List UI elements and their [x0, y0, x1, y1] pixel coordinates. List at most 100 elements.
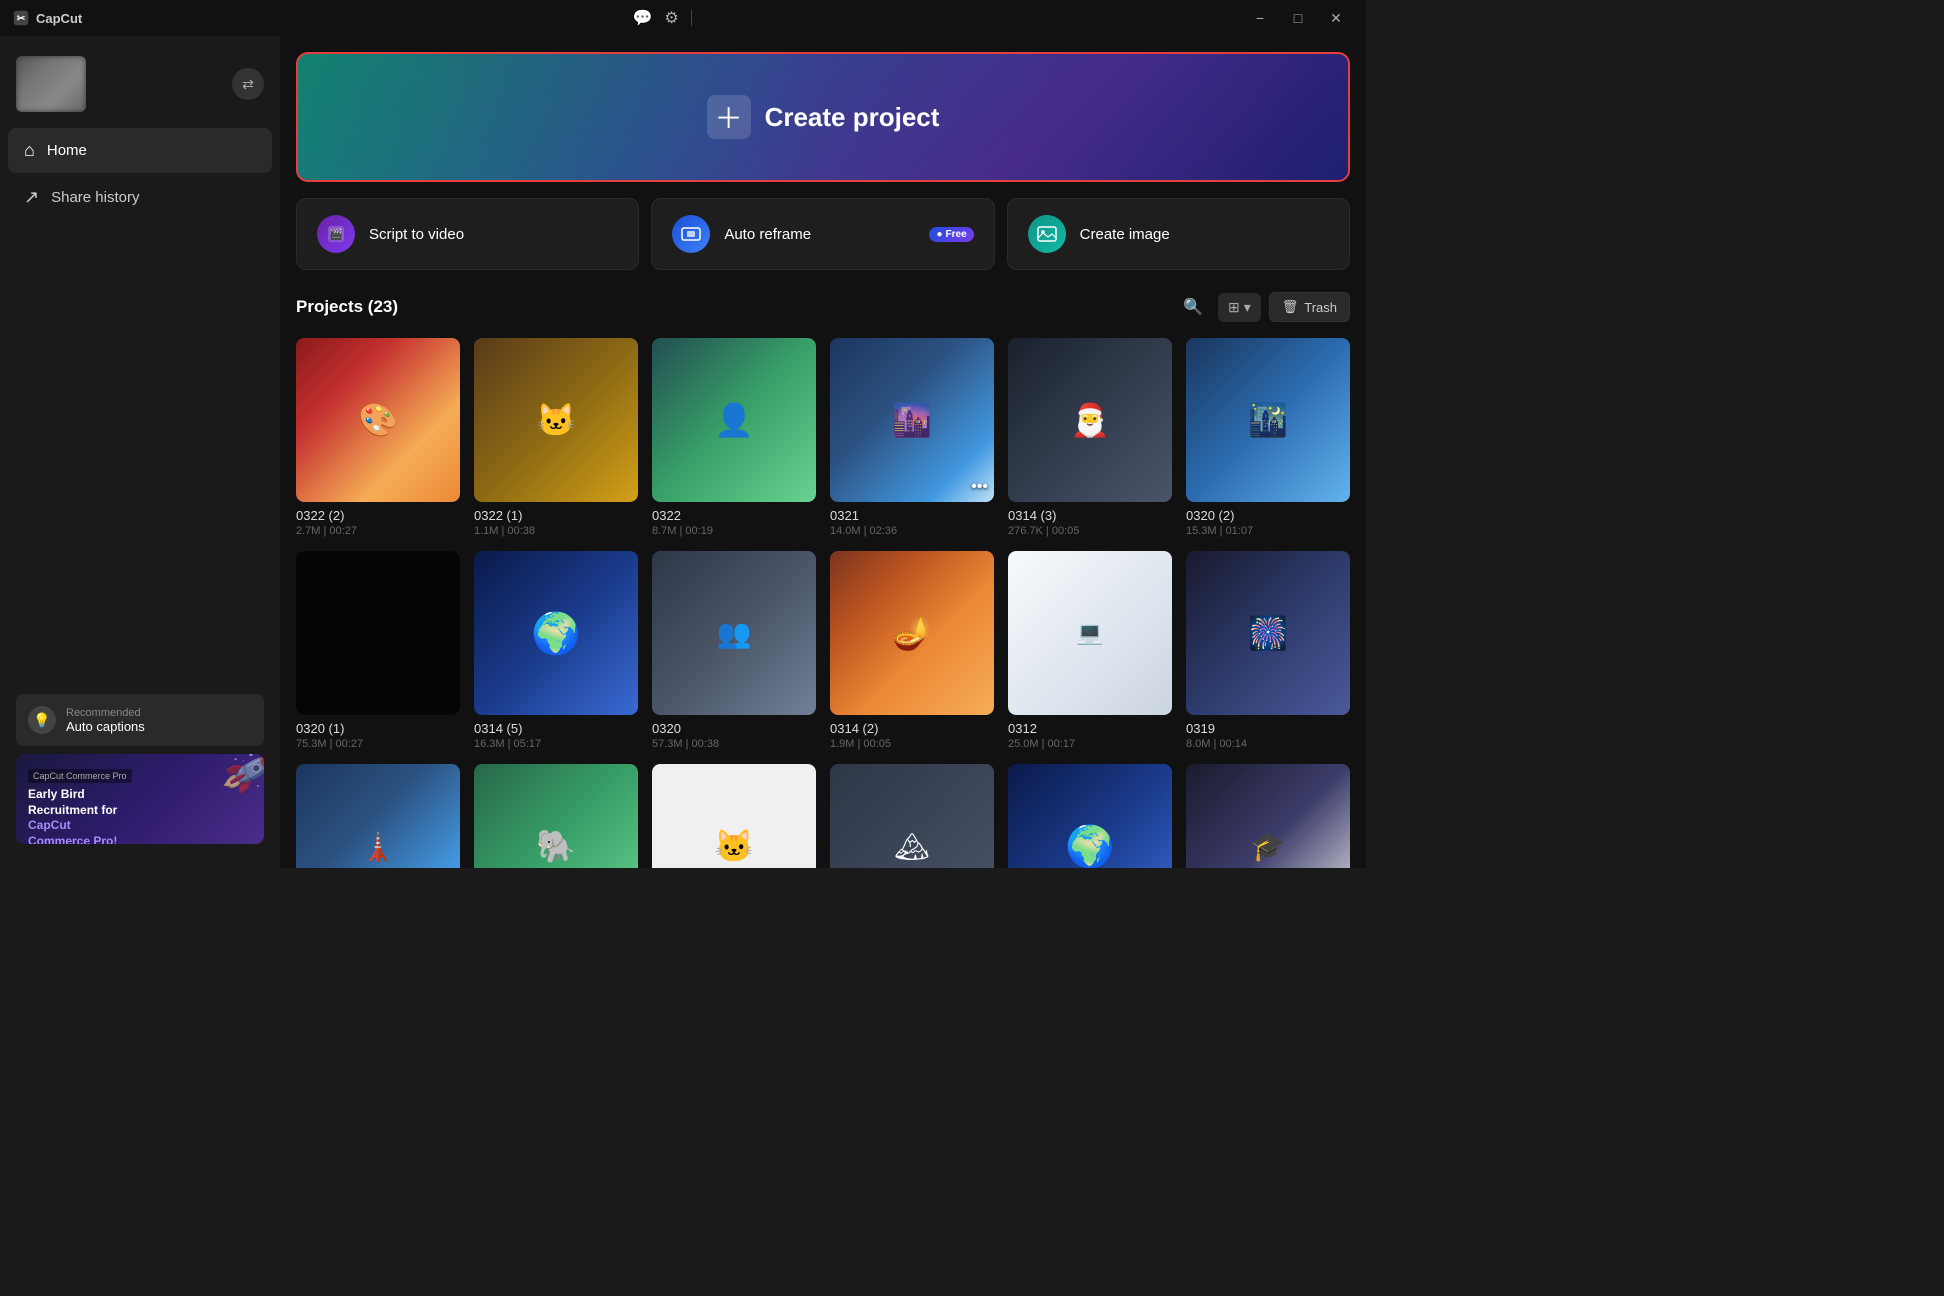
project-thumbnail: 🎆 — [1186, 551, 1350, 715]
promo-content: CapCut Commerce Pro Early Bird Recruitme… — [28, 766, 252, 844]
project-name: 0322 — [652, 508, 816, 523]
chevron-down-icon: ▾ — [1244, 299, 1251, 316]
auto-captions-label: Auto captions — [66, 719, 145, 734]
list-item[interactable]: 🐘 0317 — [474, 764, 638, 868]
title-bar: ✂ CapCut 💬 ⚙ − □ ✕ — [0, 0, 1366, 36]
project-thumbnail: 🪔 — [830, 551, 994, 715]
bulb-icon: 💡 — [28, 706, 56, 734]
project-meta: 8.0M | 00:14 — [1186, 738, 1350, 750]
project-thumbnail: 🎓 — [1186, 764, 1350, 868]
settings-icon[interactable]: ⚙ — [664, 8, 678, 28]
project-thumbnail: 🎨 — [296, 338, 460, 502]
projects-grid: 🎨 0322 (2) 2.7M | 00:27 🐱 0322 (1) 1.1M … — [296, 338, 1350, 868]
sidebar-nav: ⌂ Home ↗ Share history — [0, 128, 280, 220]
promo-logo: CapCut Commerce Pro — [28, 769, 132, 783]
svg-text:✂: ✂ — [17, 14, 26, 25]
avatar[interactable] — [16, 56, 86, 112]
close-button[interactable]: ✕ — [1318, 4, 1354, 32]
maximize-button[interactable]: □ — [1280, 4, 1316, 32]
switch-account-icon[interactable]: ⇄ — [232, 68, 264, 100]
promo-banner[interactable]: CapCut Commerce Pro Early Bird Recruitme… — [16, 754, 264, 844]
create-project-label: Create project — [765, 102, 940, 133]
list-item[interactable]: 🗼 0318 — [296, 764, 460, 868]
trash-button[interactable]: 🗑 Trash — [1269, 292, 1350, 322]
project-meta: 276.7K | 00:05 — [1008, 525, 1172, 537]
title-bar-icons: 💬 ⚙ — [632, 8, 691, 28]
list-item[interactable]: 🎓 0311 — [1186, 764, 1350, 868]
tool-script-to-video[interactable]: 🎬 Script to video — [296, 198, 639, 270]
project-name: 0320 (1) — [296, 721, 460, 736]
project-meta: 1.1M | 00:38 — [474, 525, 638, 537]
sidebar-item-share-history[interactable]: ↗ Share history — [8, 175, 272, 220]
minimize-button[interactable]: − — [1242, 4, 1278, 32]
sidebar-bottom: 💡 Recommended Auto captions CapCut Comme… — [0, 682, 280, 856]
list-item[interactable]: 🎆 0319 8.0M | 00:14 — [1186, 551, 1350, 750]
list-item[interactable]: 👤 0322 8.7M | 00:19 — [652, 338, 816, 537]
projects-title: Projects (23) — [296, 297, 398, 317]
list-item[interactable]: 🪔 0314 (2) 1.9M | 00:05 — [830, 551, 994, 750]
sidebar: ⇄ ⌂ Home ↗ Share history 💡 Recommended A… — [0, 36, 280, 868]
project-thumbnail: 🌆 ••• — [830, 338, 994, 502]
project-name: 0314 (2) — [830, 721, 994, 736]
projects-header: Projects (23) 🔍 ⊞ ▾ 🗑 Trash — [296, 290, 1350, 324]
recommended-text: Recommended Auto captions — [66, 707, 145, 734]
project-meta: 2.7M | 00:27 — [296, 525, 460, 537]
project-name: 0319 — [1186, 721, 1350, 736]
tool-auto-reframe[interactable]: Auto reframe ● Free — [651, 198, 994, 270]
project-name: 0322 (2) — [296, 508, 460, 523]
free-badge-container: ● Free — [929, 227, 973, 242]
feedback-icon[interactable]: 💬 — [632, 8, 652, 28]
free-badge: ● Free — [929, 227, 973, 242]
create-project-button[interactable]: ＋ Create project — [707, 95, 940, 139]
project-meta: 8.7M | 00:19 — [652, 525, 816, 537]
project-name: 0320 — [652, 721, 816, 736]
title-bar-left: ✂ CapCut — [12, 9, 82, 27]
sidebar-item-home[interactable]: ⌂ Home — [8, 128, 272, 173]
list-item[interactable]: 🌍 0313 — [1008, 764, 1172, 868]
project-name: 0320 (2) — [1186, 508, 1350, 523]
project-thumbnail: 🐱 — [652, 764, 816, 868]
project-thumbnail: 🐘 — [474, 764, 638, 868]
list-item[interactable]: 🐱 0322 (1) 1.1M | 00:38 — [474, 338, 638, 537]
create-image-icon — [1028, 215, 1066, 253]
project-thumbnail: 🗼 — [296, 764, 460, 868]
project-thumbnail: 🐱 — [474, 338, 638, 502]
project-thumbnail: 👤 — [652, 338, 816, 502]
list-item[interactable]: 🌍 0314 (5) 16.3M | 05:17 — [474, 551, 638, 750]
app-logo: ✂ CapCut — [12, 9, 82, 27]
project-thumbnail: 🌍 — [1008, 764, 1172, 868]
list-item[interactable]: 🎅 0314 (3) 276.7K | 00:05 — [1008, 338, 1172, 537]
project-meta: 75.3M | 00:27 — [296, 738, 460, 750]
more-options-icon[interactable]: ••• — [971, 478, 988, 496]
list-item[interactable]: 🏔 0315 — [830, 764, 994, 868]
project-name: 0314 (5) — [474, 721, 638, 736]
tool-create-image[interactable]: Create image — [1007, 198, 1350, 270]
list-item[interactable]: 🌃 0320 (2) 15.3M | 01:07 — [1186, 338, 1350, 537]
list-item[interactable]: 👥 0320 57.3M | 00:38 — [652, 551, 816, 750]
sidebar-profile: ⇄ — [0, 48, 280, 128]
search-button[interactable]: 🔍 — [1176, 290, 1210, 324]
project-meta: 25.0M | 00:17 — [1008, 738, 1172, 750]
create-project-banner[interactable]: ＋ Create project — [296, 52, 1350, 182]
script-to-video-label: Script to video — [369, 226, 464, 243]
recommended-card[interactable]: 💡 Recommended Auto captions — [16, 694, 264, 746]
project-thumbnail: 🎅 — [1008, 338, 1172, 502]
sidebar-item-label-home: Home — [47, 142, 87, 159]
project-thumbnail: 🌍 — [474, 551, 638, 715]
list-item[interactable]: 💻 0312 25.0M | 00:17 — [1008, 551, 1172, 750]
list-item[interactable]: 🐱 0316 — [652, 764, 816, 868]
project-name: 0322 (1) — [474, 508, 638, 523]
list-item[interactable]: 🎨 0322 (2) 2.7M | 00:27 — [296, 338, 460, 537]
list-item[interactable]: 🌆 ••• 0321 14.0M | 02:36 — [830, 338, 994, 537]
project-meta: 1.9M | 00:05 — [830, 738, 994, 750]
project-thumbnail — [296, 551, 460, 715]
trash-icon: 🗑 — [1282, 299, 1299, 315]
view-toggle-button[interactable]: ⊞ ▾ — [1218, 293, 1261, 322]
project-meta: 16.3M | 05:17 — [474, 738, 638, 750]
project-name: 0312 — [1008, 721, 1172, 736]
project-thumbnail: 💻 — [1008, 551, 1172, 715]
content-area: ＋ Create project 🎬 Script to video — [280, 36, 1366, 868]
plus-icon: ＋ — [707, 95, 751, 139]
list-item[interactable]: 0320 (1) 75.3M | 00:27 — [296, 551, 460, 750]
project-thumbnail: 🏔 — [830, 764, 994, 868]
